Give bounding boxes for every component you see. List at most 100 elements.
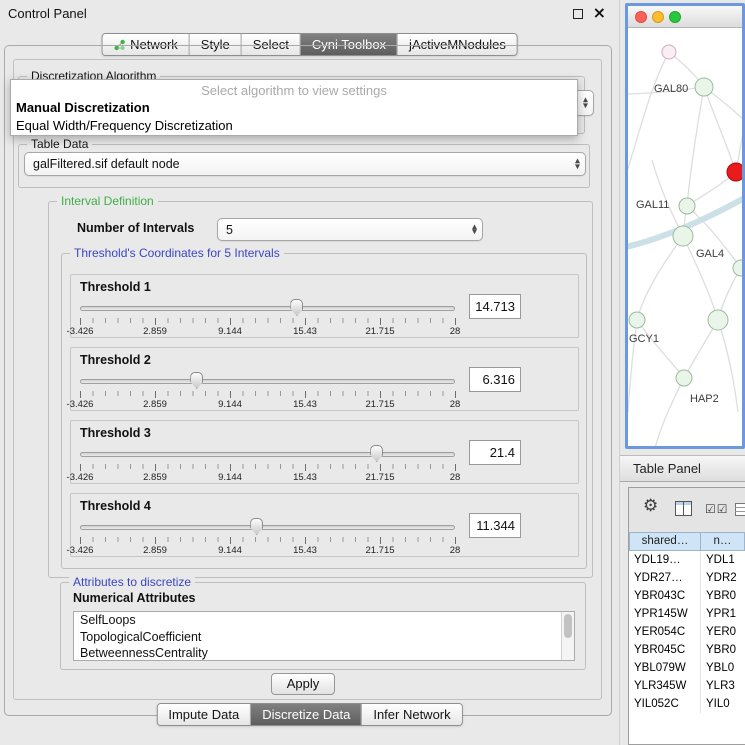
attribute-item-betweennesscentrality[interactable]: BetweennessCentrality: [74, 645, 574, 661]
traffic-light-minimize-icon[interactable]: [652, 11, 664, 23]
table-row[interactable]: YDL19…YDL1: [629, 551, 745, 569]
network-node[interactable]: [673, 226, 693, 246]
bottom-tab-discretize-data[interactable]: Discretize Data: [250, 704, 361, 725]
clipped-toolbar-icon[interactable]: [735, 503, 745, 521]
network-node[interactable]: [733, 260, 742, 276]
slider-thumb[interactable]: [190, 372, 203, 389]
close-icon[interactable]: ×: [593, 3, 606, 22]
slider-thumb[interactable]: [370, 445, 383, 462]
slider-track[interactable]: [80, 452, 455, 457]
network-node[interactable]: [662, 45, 676, 59]
bottom-tabstrip: Impute Data Discretize DataInfer Network: [156, 703, 462, 726]
bottom-tab-label: Impute Data: [168, 707, 239, 722]
threshold-3-value[interactable]: 21.4: [469, 440, 521, 465]
select-mode-icon[interactable]: ☑☑: [705, 502, 729, 516]
scale-label: 15.43: [293, 545, 317, 556]
network-window-titlebar[interactable]: [628, 6, 742, 28]
column-selector-icon[interactable]: [675, 501, 692, 521]
table-row[interactable]: YIL052CYIL0: [629, 695, 745, 713]
traffic-light-zoom-icon[interactable]: [669, 11, 681, 23]
table-row[interactable]: YER054CYER0: [629, 623, 745, 641]
table-data-group-title: Table Data: [27, 137, 92, 152]
attributes-scrollbar[interactable]: [561, 612, 574, 660]
slider-scale: -3.4262.8599.14415.4321.71528: [80, 326, 455, 338]
column-header-1[interactable]: n…: [701, 532, 745, 551]
attributes-list: SelfLoopsTopologicalCoefficientBetweenne…: [74, 612, 574, 661]
threshold-label: Threshold 3: [80, 426, 151, 440]
network-canvas[interactable]: GAL80GAL11GAL4GCY1HAP2: [628, 28, 742, 446]
scale-label: 9.144: [218, 545, 242, 556]
major-tick: [455, 318, 456, 325]
attributes-listbox[interactable]: SelfLoopsTopologicalCoefficientBetweenne…: [73, 611, 575, 661]
threshold-1-value[interactable]: 14.713: [469, 294, 521, 319]
scale-label: -3.426: [67, 472, 94, 483]
apply-button[interactable]: Apply: [271, 673, 335, 695]
scale-label: 9.144: [218, 326, 242, 337]
thresholds-group: Threshold's Coordinates for 5 Intervals …: [61, 253, 587, 569]
scale-label: 2.859: [143, 326, 167, 337]
major-tick: [230, 464, 231, 471]
table-row[interactable]: YBR043CYBR0: [629, 587, 745, 605]
gear-icon[interactable]: ⚙: [643, 496, 658, 516]
slider-track[interactable]: [80, 525, 455, 530]
table-cell: YER054C: [629, 623, 701, 641]
table-row[interactable]: YLR345WYLR3: [629, 677, 745, 695]
major-tick: [80, 318, 81, 325]
network-node[interactable]: [695, 78, 713, 96]
threshold-3-slider[interactable]: -3.4262.8599.14415.4321.71528: [80, 445, 455, 483]
major-tick: [305, 391, 306, 398]
table-rows: YDL19…YDL1YDR27…YDR2YBR043CYBR0YPR145WYP…: [629, 551, 745, 713]
network-node-label: GAL80: [654, 83, 688, 95]
network-node[interactable]: [629, 312, 645, 328]
threshold-4-slider[interactable]: -3.4262.8599.14415.4321.71528: [80, 518, 455, 556]
slider-track[interactable]: [80, 379, 455, 384]
number-of-intervals-label: Number of Intervals: [77, 221, 194, 235]
number-of-intervals-select[interactable]: 5 ▲▼: [217, 218, 483, 241]
network-node[interactable]: [727, 163, 742, 181]
scrollbar-thumb[interactable]: [564, 614, 572, 638]
column-header-0[interactable]: shared…: [629, 532, 701, 551]
network-node[interactable]: [679, 198, 695, 214]
major-tick: [380, 391, 381, 398]
slider-thumb[interactable]: [250, 518, 263, 535]
major-tick: [305, 537, 306, 544]
major-tick: [155, 464, 156, 471]
threshold-1-slider[interactable]: -3.4262.8599.14415.4321.71528: [80, 299, 455, 337]
scale-label: 2.859: [143, 472, 167, 483]
table-row[interactable]: YPR145WYPR1: [629, 605, 745, 623]
traffic-light-close-icon[interactable]: [635, 11, 647, 23]
slider-thumb[interactable]: [290, 299, 303, 316]
combo-arrows-icon: ▲▼: [575, 159, 580, 170]
network-node[interactable]: [676, 370, 692, 386]
scale-label: 21.715: [365, 472, 394, 483]
threshold-2-slider[interactable]: -3.4262.8599.14415.4321.71528: [80, 372, 455, 410]
threshold-2-value[interactable]: 6.316: [469, 367, 521, 392]
network-node-label: GAL4: [696, 248, 724, 260]
threshold-label: Threshold 2: [80, 353, 151, 367]
attribute-item-topologicalcoefficient[interactable]: TopologicalCoefficient: [74, 629, 574, 646]
major-tick: [305, 464, 306, 471]
major-tick: [230, 391, 231, 398]
table-cell: YBR043C: [629, 587, 701, 605]
table-cell: YBR0: [701, 641, 745, 659]
major-tick: [80, 537, 81, 544]
scale-label: 28: [450, 326, 461, 337]
table-row[interactable]: YBL079WYBL0: [629, 659, 745, 677]
threshold-4-value[interactable]: 11.344: [469, 513, 521, 538]
attribute-item-selfloops[interactable]: SelfLoops: [74, 612, 574, 629]
table-data-select[interactable]: galFiltered.sif default node ▲▼: [24, 152, 586, 176]
algorithm-option-manual-discretization[interactable]: Manual Discretization: [11, 99, 577, 117]
algorithm-dropdown-popup: Select algorithm to view settings Manual…: [10, 79, 578, 136]
float-window-icon[interactable]: [573, 9, 583, 19]
network-node-label: GCY1: [629, 333, 659, 345]
algorithm-option-equal-width-frequency-discretization[interactable]: Equal Width/Frequency Discretization: [11, 117, 577, 135]
bottom-tab-impute-data[interactable]: Impute Data: [157, 704, 250, 725]
table-row[interactable]: YDR27…YDR2: [629, 569, 745, 587]
bottom-tab-infer-network[interactable]: Infer Network: [361, 704, 461, 725]
network-node[interactable]: [708, 310, 728, 330]
threshold-panel-2: Threshold 2 -3.4262.8599.14415.4321.71528…: [70, 347, 579, 411]
slider-track[interactable]: [80, 306, 455, 311]
table-row[interactable]: YBR045CYBR0: [629, 641, 745, 659]
combo-arrows-icon: ▲▼: [472, 224, 477, 235]
major-tick: [380, 318, 381, 325]
